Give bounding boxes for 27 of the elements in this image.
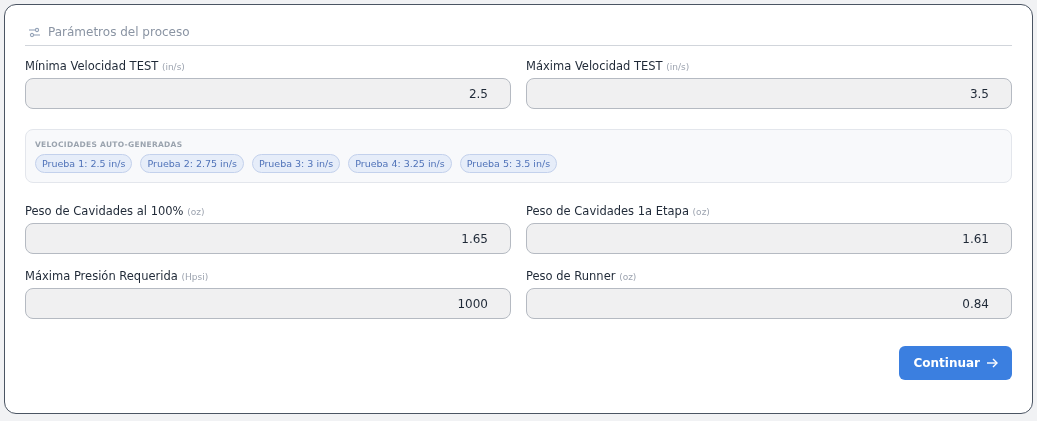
speed-tag: Prueba 4: 3.25 in/s xyxy=(348,154,452,173)
unit-label: (oz) xyxy=(187,207,205,217)
section-title: Parámetros del proceso xyxy=(48,25,190,39)
field-label: Máxima Velocidad TEST xyxy=(526,59,663,73)
input-field[interactable]: 1.65 xyxy=(25,223,511,254)
speed-tag: Prueba 5: 3.5 in/s xyxy=(459,154,558,173)
input-field[interactable]: 1000 xyxy=(25,288,511,319)
field-label: Mínima Velocidad TEST xyxy=(25,59,159,73)
unit-label: (in/s) xyxy=(161,62,185,72)
input-field[interactable]: 1.61 xyxy=(526,223,1012,254)
speed-tag: Prueba 2: 2.75 in/s xyxy=(140,154,244,173)
speed-tag: Prueba 3: 3 in/s xyxy=(251,154,341,173)
input-field[interactable]: 0.84 xyxy=(526,288,1012,319)
field-label: Peso de Cavidades 1a Etapa xyxy=(526,204,689,218)
field-label: Peso de Cavidades al 100% xyxy=(25,204,184,218)
arrow-icon xyxy=(987,358,998,368)
speed-tag: Prueba 1: 2.5 in/s xyxy=(35,154,133,173)
unit-label: (oz) xyxy=(619,272,637,282)
continue-button[interactable]: Continuar xyxy=(899,346,1012,380)
field-label: Peso de Runner xyxy=(526,269,616,283)
unit-label: (in/s) xyxy=(666,62,690,72)
sliders-icon xyxy=(29,26,40,38)
input-field[interactable]: 3.5 xyxy=(526,78,1012,109)
unit-label: (Hpsi) xyxy=(181,272,209,282)
field-label: Máxima Presión Requerida xyxy=(25,269,178,283)
input-field[interactable]: 2.5 xyxy=(25,78,511,109)
unit-label: (oz) xyxy=(692,207,710,217)
